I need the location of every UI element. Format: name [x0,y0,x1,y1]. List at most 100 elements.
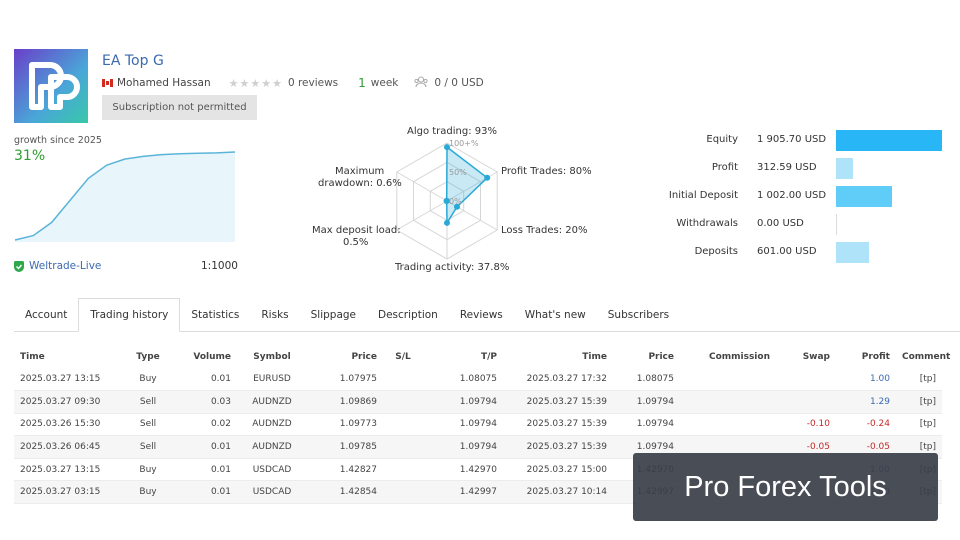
table-cell: 1.42854 [307,480,383,505]
table-cell: 1.09785 [307,435,383,459]
table-cell [776,368,836,392]
tab-statistics[interactable]: Statistics [180,298,250,332]
table-cell: -0.24 [836,413,896,437]
broker-link[interactable]: Weltrade-Live [14,260,101,272]
table-cell: Sell [119,390,177,414]
equity-label: Profit [711,162,738,173]
column-header[interactable]: S/L [383,346,423,368]
equity-value: 0.00 USD [757,218,804,229]
table-cell: 0.01 [177,458,237,482]
growth-label: growth since 2025 [14,135,102,146]
table-cell: [tp] [896,368,942,392]
table-cell: 1.09794 [423,390,503,414]
radar-label-max-drawdown-value: drawdown: 0.6% [318,178,402,189]
reviews-count[interactable]: 0 reviews [288,77,338,89]
author-name[interactable]: Mohamed Hassan [117,77,211,89]
table-cell: 2025.03.27 13:15 [14,368,119,392]
canada-flag-icon [102,79,113,87]
equity-bar [836,242,870,263]
table-cell: 0.01 [177,435,237,459]
growth-chart[interactable] [14,146,236,242]
radar-data-polygon [445,145,489,226]
table-cell [680,413,776,437]
tab-trading-history[interactable]: Trading history [78,298,181,332]
table-cell: 1.09794 [613,413,680,437]
weeks-label: week [370,77,399,89]
table-cell: 2025.03.27 15:39 [503,413,613,437]
rating-stars-icon: ★★★★★ [228,76,283,90]
table-cell: 1.29 [836,390,896,414]
table-cell: 1.09869 [307,390,383,414]
column-header[interactable]: Time [503,346,613,368]
table-cell: 1.42997 [423,480,503,505]
weeks-count: 1 [358,76,366,90]
table-cell: 2025.03.26 15:30 [14,413,119,437]
table-cell: [tp] [896,390,942,414]
radar-data-point [444,219,450,226]
table-cell [680,368,776,392]
table-cell: 2025.03.27 10:14 [503,480,613,505]
author-row: Mohamed Hassan ★★★★★ 0 reviews 1 week 0 … [102,75,484,91]
radar-label-max-drawdown: Maximum [335,166,385,177]
equity-label: Withdrawals [676,218,738,229]
column-header[interactable]: Time [14,346,119,368]
table-cell: 1.09794 [423,435,503,459]
table-cell: EURUSD [237,368,307,392]
table-cell: 2025.03.27 15:00 [503,458,613,482]
table-header-row: Time Type Volume Symbol Price S/L T/P Time Price… [14,346,950,368]
table-cell: 0.01 [177,480,237,505]
column-header[interactable]: Price [613,346,680,368]
tab-description[interactable]: Description [367,298,449,332]
table-cell: 2025.03.27 15:39 [503,435,613,459]
radar-data-point [484,174,491,181]
table-cell [776,390,836,414]
fp-logo-icon [29,62,80,110]
table-cell: Sell [119,413,177,437]
radar-label-max-deposit-load-value: 0.5% [343,237,369,248]
table-cell: [tp] [896,413,942,437]
table-cell: 1.09794 [613,390,680,414]
equity-bar [836,130,942,151]
radar-label-trading-activity: Trading activity: 37.8% [395,262,510,273]
tab-subscribers[interactable]: Subscribers [597,298,680,332]
table-cell: 1.42970 [423,458,503,482]
table-cell: 0.03 [177,390,237,414]
broker-name[interactable]: Weltrade-Live [29,260,101,272]
column-header[interactable]: Swap [776,346,836,368]
table-cell: USDCAD [237,480,307,505]
tab-risks[interactable]: Risks [250,298,299,332]
radar-label-algo: Algo trading: 93% [407,126,498,137]
leverage: 1:1000 [201,260,238,272]
column-header[interactable]: Volume [177,346,237,368]
column-header[interactable]: Type [119,346,177,368]
table-cell: 2025.03.27 03:15 [14,480,119,505]
subscription-button[interactable]: Subscription not permitted [102,95,257,120]
equity-value: 312.59 USD [757,162,817,173]
equity-value: 601.00 USD [757,246,817,257]
column-header[interactable]: T/P [423,346,503,368]
table-cell: 0.02 [177,413,237,437]
table-cell [383,413,423,437]
table-cell: 2025.03.26 06:45 [14,435,119,459]
table-row: 2025.03.27 09:30 Sell 0.03 AUDNZD 1.09869 1.0… [14,390,942,414]
table-cell [383,435,423,459]
column-header[interactable]: Symbol [237,346,307,368]
tab-slippage[interactable]: Slippage [300,298,367,332]
equity-label: Equity [706,134,738,145]
column-header[interactable]: Comment [896,346,950,368]
tab-reviews[interactable]: Reviews [449,298,514,332]
radar-label-max-deposit-load: Max deposit load: [312,225,401,236]
column-header[interactable]: Profit [836,346,896,368]
column-header[interactable]: Commission [680,346,776,368]
page-title[interactable]: EA Top G [102,53,164,69]
table-cell: AUDNZD [237,413,307,437]
table-row: 2025.03.27 13:15 Buy 0.01 EURUSD 1.07975 1.08… [14,368,942,392]
table-cell: 1.00 [836,368,896,392]
column-header[interactable]: Price [307,346,383,368]
table-cell: 2025.03.27 17:32 [503,368,613,392]
tab-account[interactable]: Account [14,298,78,332]
watermark-banner: Pro Forex Tools [633,453,938,521]
shield-check-icon [14,260,24,272]
table-cell: AUDNZD [237,435,307,459]
tab-what-s-new[interactable]: What's new [514,298,597,332]
